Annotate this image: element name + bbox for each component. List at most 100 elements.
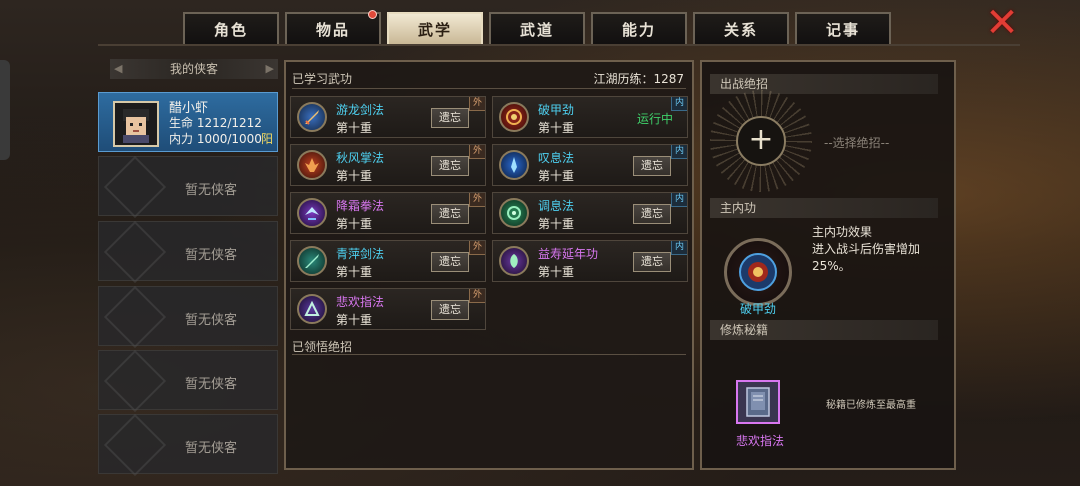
skill-level: 第十重 — [336, 265, 373, 279]
forget-button[interactable]: 遗忘 — [633, 156, 671, 176]
skill-name: 降霜拳法 — [336, 199, 385, 213]
forget-button[interactable]: 遗忘 — [633, 252, 671, 272]
skill-type-badge: 外 — [469, 241, 485, 255]
skill-card[interactable]: 调息法 第十重 遗忘 内 — [492, 192, 688, 234]
tab-label: 能力 — [621, 20, 656, 39]
inner-skill-header: 主内功 — [710, 198, 938, 218]
tab-label: 武学 — [417, 20, 452, 39]
longevity-icon — [499, 246, 529, 276]
left-arrow-icon: ◀ — [114, 62, 123, 75]
hero-slot-empty[interactable]: 暂无侠客 — [98, 349, 278, 413]
hero-slot-empty[interactable]: 暂无侠客 — [98, 155, 278, 219]
skill-card[interactable]: 青萍剑法 第十重 遗忘 外 — [290, 240, 486, 282]
book-status-note: 秘籍已修炼至最高重 — [826, 400, 916, 411]
skill-name: 叹息法 — [538, 151, 575, 165]
skill-level: 第十重 — [538, 169, 575, 183]
skill-card[interactable]: 秋风掌法 第十重 遗忘 外 — [290, 144, 486, 186]
finger-icon — [297, 294, 327, 324]
skill-card[interactable]: 悲欢指法 第十重 遗忘 外 — [290, 288, 486, 330]
inner-effect-desc: 进入战斗后伤害增加25%。 — [812, 242, 921, 273]
hero-hp: 生命 1212/1212 — [169, 116, 262, 130]
skill-level: 第十重 — [538, 265, 575, 279]
tab-label: 记事 — [825, 20, 860, 39]
forget-button[interactable]: 遗忘 — [633, 204, 671, 224]
skill-level: 第十重 — [336, 121, 373, 135]
palm-icon — [297, 150, 327, 180]
hero-card-active[interactable]: 醋小虾 生命 1212/1212 内力 1000/1000 阳 — [98, 92, 278, 152]
experience-value: 江湖历练：1287 — [593, 72, 684, 86]
empty-slot-label: 暂无侠客 — [185, 183, 238, 198]
add-ultimate-button[interactable]: + — [736, 116, 786, 166]
skill-card[interactable]: 叹息法 第十重 遗忘 内 — [492, 144, 688, 186]
frame-divider — [98, 44, 1020, 46]
skill-name: 青萍剑法 — [336, 247, 385, 261]
tab-abilities[interactable]: 能力 — [591, 12, 687, 44]
empty-slot-icon — [103, 285, 167, 349]
empty-slot-label: 暂无侠客 — [185, 377, 238, 392]
book-name: 悲欢指法 — [735, 434, 784, 448]
empty-slot-label: 暂无侠客 — [185, 248, 238, 263]
ultimate-header: 出战绝招 — [710, 74, 938, 94]
skill-name: 游龙剑法 — [336, 103, 385, 117]
skill-type-badge: 内 — [671, 97, 687, 111]
skill-level: 第十重 — [538, 217, 575, 231]
empty-slot-label: 暂无侠客 — [185, 313, 238, 328]
tab-character[interactable]: 角色 — [183, 12, 279, 44]
inner-skill-name: 破甲劲 — [739, 302, 776, 316]
book-header: 修炼秘籍 — [710, 320, 938, 340]
skill-type-badge: 内 — [671, 193, 687, 207]
tab-journal[interactable]: 记事 — [795, 12, 891, 44]
running-status: 运行中 — [636, 112, 673, 126]
armor-break-icon — [499, 102, 529, 132]
learned-ultimates-title: 已领悟绝招 — [292, 340, 353, 354]
tab-label: 物品 — [315, 20, 350, 39]
empty-slot-icon — [103, 413, 167, 477]
skill-card[interactable]: 游龙剑法 第十重 遗忘 外 — [290, 96, 486, 138]
forget-button[interactable]: 遗忘 — [431, 108, 469, 128]
sigh-icon — [499, 150, 529, 180]
divider — [292, 88, 686, 89]
skill-type-badge: 内 — [671, 145, 687, 159]
breath-icon — [499, 198, 529, 228]
hero-list-title: 我的侠客 — [169, 62, 218, 76]
divider — [292, 354, 686, 355]
sword-icon — [297, 102, 327, 132]
forget-button[interactable]: 遗忘 — [431, 204, 469, 224]
skill-level: 第十重 — [336, 313, 373, 327]
hero-slot-empty[interactable]: 暂无侠客 — [98, 220, 278, 284]
skill-type-badge: 外 — [469, 193, 485, 207]
tab-label: 角色 — [213, 20, 248, 39]
tab-martial-arts[interactable]: 武学 — [387, 12, 483, 44]
screen-edge-handle — [0, 60, 10, 160]
tab-label: 关系 — [723, 20, 758, 39]
skill-type-badge: 外 — [469, 145, 485, 159]
right-arrow-icon: ▶ — [265, 62, 274, 75]
book-icon[interactable] — [736, 380, 780, 424]
tab-martial-path[interactable]: 武道 — [489, 12, 585, 44]
skill-name: 破甲劲 — [538, 103, 575, 117]
skill-card[interactable]: 破甲劲 第十重 运行中 内 — [492, 96, 688, 138]
skill-level: 第十重 — [336, 217, 373, 231]
hero-slot-empty[interactable]: 暂无侠客 — [98, 285, 278, 349]
skill-card[interactable]: 降霜拳法 第十重 遗忘 外 — [290, 192, 486, 234]
loadout-panel: 出战绝招 + --选择绝招-- 主内功 破甲劲 主内功效果 进入战斗后伤害增加2… — [700, 60, 956, 470]
inner-effect-title: 主内功效果 — [812, 225, 873, 239]
hero-slot-empty[interactable]: 暂无侠客 — [98, 413, 278, 477]
forget-button[interactable]: 遗忘 — [431, 156, 469, 176]
tab-label: 武道 — [519, 20, 554, 39]
close-icon[interactable]: ✕ — [984, 3, 1020, 43]
forget-button[interactable]: 遗忘 — [431, 300, 469, 320]
skill-level: 第十重 — [538, 121, 575, 135]
armor-break-icon[interactable] — [724, 238, 792, 306]
empty-slot-icon — [103, 220, 167, 284]
choose-ultimate-text[interactable]: --选择绝招-- — [824, 134, 889, 151]
tab-items[interactable]: 物品 — [285, 10, 381, 44]
top-tabs: 角色 物品 武学 武道 能力 关系 记事 — [183, 10, 891, 44]
tab-relations[interactable]: 关系 — [693, 12, 789, 44]
forget-button[interactable]: 遗忘 — [431, 252, 469, 272]
skill-type-badge: 外 — [469, 97, 485, 111]
skill-card[interactable]: 益寿延年功 第十重 遗忘 内 — [492, 240, 688, 282]
skills-title: 已学习武功 — [292, 72, 353, 86]
notification-dot-icon — [368, 10, 377, 19]
fist-icon — [297, 198, 327, 228]
